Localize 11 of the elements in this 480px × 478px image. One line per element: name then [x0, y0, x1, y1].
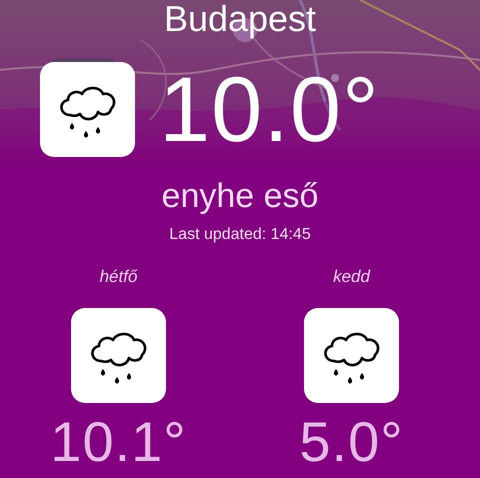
current-temperature: 10.0°: [159, 64, 380, 156]
rain-cloud-icon: [40, 62, 135, 157]
rain-cloud-icon: [71, 308, 166, 403]
day-label: hétfő: [100, 267, 138, 288]
day-label: kedd: [333, 267, 370, 288]
forecast-temperature: 10.1°: [50, 409, 187, 474]
city-title: Budapest: [164, 0, 316, 41]
last-updated-text: Last updated: 14:45: [169, 226, 311, 244]
rain-cloud-icon: [304, 308, 399, 403]
weather-description: enyhe eső: [162, 177, 318, 216]
forecast-temperature: 5.0°: [299, 409, 404, 474]
